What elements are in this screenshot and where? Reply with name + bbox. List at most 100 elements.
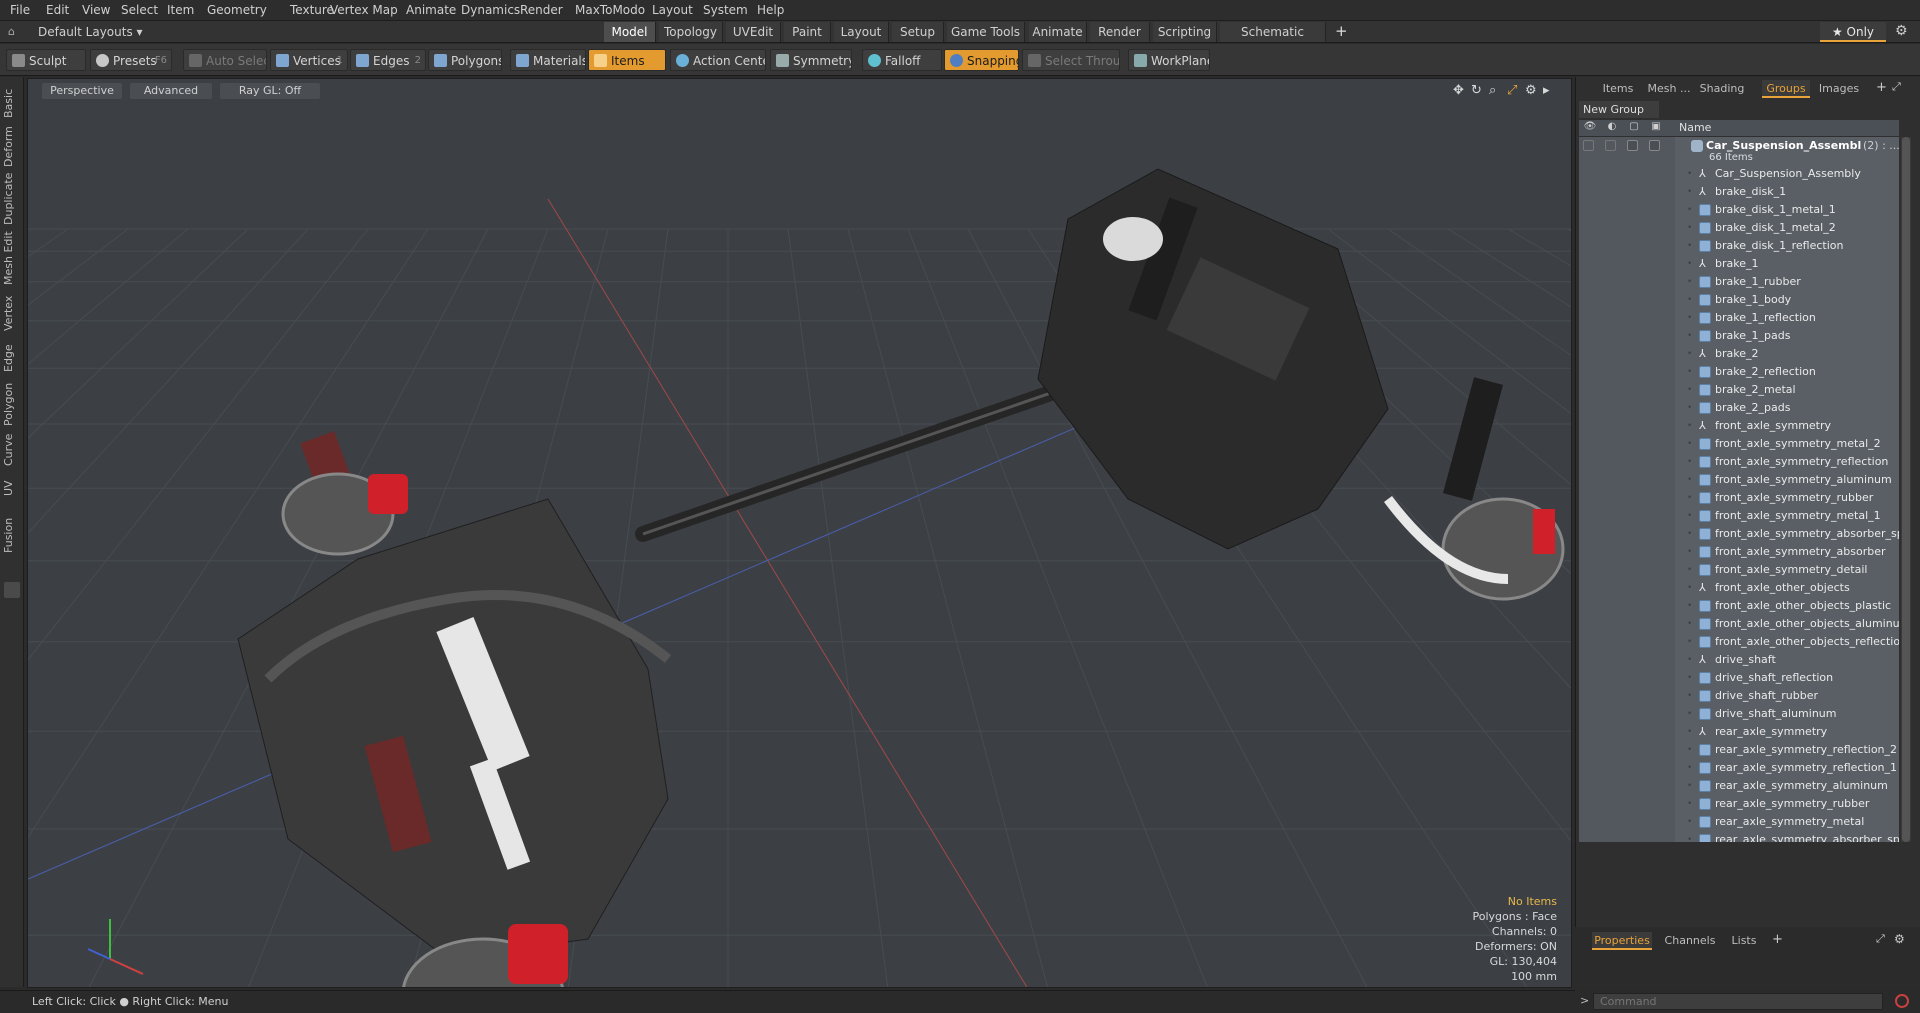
bottom-tab-channels[interactable]: Channels: [1662, 932, 1718, 950]
right-tab-shading[interactable]: Shading: [1698, 80, 1746, 98]
only-button[interactable]: ★ Only: [1820, 22, 1886, 42]
menu-select[interactable]: Select: [121, 3, 158, 17]
menu-layout[interactable]: Layout: [652, 3, 693, 17]
visibility-col-icon[interactable]: 👁: [1583, 121, 1597, 135]
rotate-icon[interactable]: ↻: [1471, 83, 1482, 98]
name-column-header[interactable]: Name: [1679, 121, 1711, 134]
group-render-toggle[interactable]: [1605, 140, 1616, 151]
group-visibility-toggle[interactable]: [1583, 140, 1594, 151]
items-button[interactable]: Items: [588, 49, 666, 71]
left-tab-uv[interactable]: UV: [2, 473, 22, 503]
list-item[interactable]: • brake_disk_1_reflection: [1579, 237, 1899, 255]
layout-tab-topology[interactable]: Topology: [659, 22, 723, 42]
3d-viewport[interactable]: Perspective Advanced Ray GL: Off ✥ ↻ ⌕ ⤢…: [27, 78, 1572, 988]
workplane-button[interactable]: WorkPlane: [1128, 49, 1210, 71]
layout-tab-model[interactable]: Model: [604, 22, 656, 42]
list-item[interactable]: • rear_axle_symmetry_absorber_spring: [1579, 831, 1899, 842]
command-input[interactable]: [1593, 993, 1883, 1010]
layout-tab-render[interactable]: Render: [1090, 22, 1150, 42]
list-item[interactable]: • front_axle_symmetry_metal_1: [1579, 507, 1899, 525]
snapping-button[interactable]: Snapping: [944, 49, 1019, 71]
add-bottom-tab-icon[interactable]: +: [1772, 932, 1783, 947]
left-tab-fusion[interactable]: Fusion: [2, 513, 22, 557]
raygl-dropdown[interactable]: Ray GL: Off: [220, 83, 320, 99]
list-item[interactable]: • rear_axle_symmetry_rubber: [1579, 795, 1899, 813]
list-item[interactable]: • brake_2_metal: [1579, 381, 1899, 399]
polygons-button[interactable]: Polygons: [428, 49, 502, 71]
menu-maxtomodo[interactable]: MaxToModo: [575, 3, 645, 17]
vertices-button[interactable]: Vertices 1: [270, 49, 348, 71]
select-through-button[interactable]: Select Through: [1022, 49, 1120, 71]
left-tab-mesh-edit[interactable]: Mesh Edit: [2, 229, 22, 287]
bottom-tab-lists[interactable]: Lists: [1724, 932, 1764, 950]
right-tab-mesh[interactable]: Mesh ...: [1644, 80, 1694, 98]
sculpt-button[interactable]: Sculpt: [6, 49, 86, 71]
auto-select-button[interactable]: Auto Select: [183, 49, 267, 71]
list-item[interactable]: • drive_shaft_aluminum: [1579, 705, 1899, 723]
list-item[interactable]: • rear_axle_symmetry_metal: [1579, 813, 1899, 831]
layout-tab-schematic-fusion[interactable]: Schematic Fusion: [1220, 22, 1326, 59]
left-tab-toggle-button[interactable]: [4, 582, 20, 598]
add-layout-icon[interactable]: +: [1335, 22, 1348, 40]
list-item[interactable]: • brake_1_body: [1579, 291, 1899, 309]
list-item[interactable]: • brake_2_reflection: [1579, 363, 1899, 381]
menu-help[interactable]: Help: [757, 3, 784, 17]
left-tab-vertex[interactable]: Vertex: [2, 291, 22, 335]
layout-tab-scripting[interactable]: Scripting: [1153, 22, 1217, 42]
menu-file[interactable]: File: [10, 3, 30, 17]
list-item[interactable]: • ⅄ brake_disk_1: [1579, 183, 1899, 201]
menu-vertex-map[interactable]: Vertex Map: [330, 3, 398, 17]
list-item[interactable]: • brake_1_rubber: [1579, 273, 1899, 291]
symmetry-button[interactable]: Symmetry: [770, 49, 852, 71]
panel-expand-icon[interactable]: ⤢: [1892, 80, 1901, 94]
list-item[interactable]: • ⅄ brake_2: [1579, 345, 1899, 363]
layout-tab-animate[interactable]: Animate: [1029, 22, 1087, 42]
list-scrollbar[interactable]: [1901, 137, 1911, 842]
shading-dropdown[interactable]: Advanced: [130, 83, 212, 99]
menu-geometry[interactable]: Geometry: [207, 3, 267, 17]
bottom-tab-properties[interactable]: Properties: [1592, 932, 1652, 950]
layout-tab-game-tools[interactable]: Game Tools: [947, 22, 1025, 42]
layout-tab-uvedit[interactable]: UVEdit: [726, 22, 781, 42]
right-tab-groups[interactable]: Groups: [1762, 80, 1810, 98]
lock-col-icon[interactable]: ▢: [1627, 121, 1641, 135]
list-item[interactable]: • ⅄ Car_Suspension_Assembly: [1579, 165, 1899, 183]
list-item[interactable]: • front_axle_symmetry_reflection: [1579, 453, 1899, 471]
list-item[interactable]: • front_axle_other_objects_reflection: [1579, 633, 1899, 651]
menu-item[interactable]: Item: [167, 3, 194, 17]
list-item[interactable]: • brake_disk_1_metal_1: [1579, 201, 1899, 219]
list-item[interactable]: • drive_shaft_rubber: [1579, 687, 1899, 705]
list-item[interactable]: • front_axle_symmetry_metal_2: [1579, 435, 1899, 453]
home-icon[interactable]: ⌂: [8, 25, 15, 38]
menu-animate[interactable]: Animate: [406, 3, 456, 17]
list-item[interactable]: • ⅄ front_axle_other_objects: [1579, 579, 1899, 597]
list-item[interactable]: • ⅄ drive_shaft: [1579, 651, 1899, 669]
group-lock-toggle[interactable]: [1627, 140, 1638, 151]
list-item[interactable]: • rear_axle_symmetry_reflection_2: [1579, 741, 1899, 759]
view-mode-dropdown[interactable]: Perspective: [42, 83, 122, 99]
zoom-icon[interactable]: ⌕: [1489, 83, 1496, 98]
action-center-button[interactable]: Action Center: [670, 49, 766, 71]
add-tab-icon[interactable]: +: [1876, 80, 1887, 95]
bottom-gear-icon[interactable]: ⚙: [1894, 932, 1905, 946]
menu-texture[interactable]: Texture: [290, 3, 334, 17]
list-item[interactable]: • front_axle_other_objects_plastic: [1579, 597, 1899, 615]
left-tab-duplicate[interactable]: Duplicate: [2, 173, 22, 225]
select-col-icon[interactable]: ▣: [1649, 121, 1663, 135]
list-item[interactable]: • ⅄ front_axle_symmetry: [1579, 417, 1899, 435]
groups-list[interactable]: Car_Suspension_Assembly (2) : ... 66 Items…: [1579, 137, 1899, 842]
maximize-icon[interactable]: ⤢: [1507, 83, 1517, 98]
left-tab-curve[interactable]: Curve: [2, 431, 22, 469]
list-item[interactable]: • brake_1_reflection: [1579, 309, 1899, 327]
presets-button[interactable]: Presets F6: [90, 49, 172, 71]
record-icon[interactable]: [1895, 994, 1909, 1008]
list-item[interactable]: • rear_axle_symmetry_aluminum: [1579, 777, 1899, 795]
list-item[interactable]: • ⅄ brake_1: [1579, 255, 1899, 273]
list-item[interactable]: • front_axle_symmetry_rubber: [1579, 489, 1899, 507]
list-scroll-thumb[interactable]: [1902, 137, 1910, 842]
right-tab-items[interactable]: Items: [1596, 80, 1640, 98]
new-group-button[interactable]: New Group: [1579, 101, 1659, 118]
layout-tab-setup[interactable]: Setup: [892, 22, 944, 42]
left-tab-polygon[interactable]: Polygon: [2, 381, 22, 427]
menu-render[interactable]: Render: [520, 3, 563, 17]
